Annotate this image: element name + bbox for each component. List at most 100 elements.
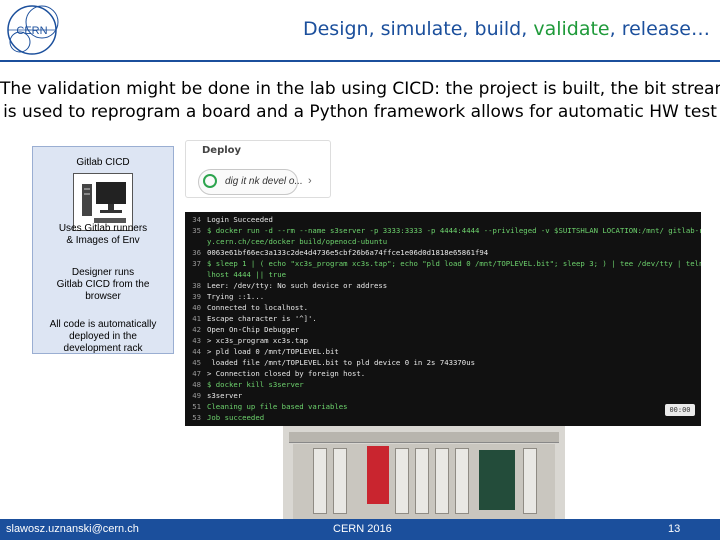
log-line-text: loaded file /mnt/TOPLEVEL.bit to pld dev… <box>207 358 475 367</box>
log-line: y.cern.ch/cee/docker build/openocd-ubunt… <box>187 237 387 247</box>
deploy-stage-label: Deploy <box>202 145 242 156</box>
rack-slot <box>333 448 347 514</box>
logo-text: CERN <box>16 25 47 37</box>
log-line-number: 36 <box>192 248 201 257</box>
footer-email: slawosz.uznanski@cern.ch <box>6 523 139 535</box>
log-line-text: Trying ::1... <box>207 292 265 301</box>
log-line: 42 Open On-Chip Debugger <box>187 325 299 335</box>
computer-icon <box>82 182 126 223</box>
log-line-text: Leer: /dev/tty: No such device or addres… <box>207 281 388 290</box>
log-line-text: Open On-Chip Debugger <box>207 325 300 334</box>
log-line: lhost 4444 || true <box>187 270 286 280</box>
log-line-number: 37 <box>192 259 201 268</box>
log-line: 41 Escape character is '^]'. <box>187 314 317 324</box>
log-line-number: 40 <box>192 303 201 312</box>
log-line-text: y.cern.ch/cee/docker build/openocd-ubunt… <box>207 237 388 246</box>
log-line-text: Connected to localhost. <box>207 303 309 312</box>
info-designer-line-1: Designer runs <box>71 267 135 278</box>
log-line: 36 0063e61bf66ec3a133c2de4d4736e5cbf26b6a… <box>187 248 488 258</box>
job-duration-badge: 00:00 <box>665 404 695 416</box>
info-heading: Gitlab CICD <box>76 157 130 168</box>
deploy-job-name: dig it nk devel o... <box>225 176 303 187</box>
rack-slot <box>313 448 327 514</box>
log-line: 53 Job succeeded <box>187 413 264 423</box>
slide-title: Design, simulate, build, validate, relea… <box>303 18 710 40</box>
log-line-text: 0063e61bf66ec3a133c2de4d4736e5cbf26b6a74… <box>207 248 489 257</box>
log-line-text: Escape character is '^]'. <box>207 314 317 323</box>
info-designer-line-3: browser <box>85 291 121 302</box>
success-check-icon <box>203 174 217 188</box>
log-line: 51 Cleaning up file based variables <box>187 402 348 412</box>
log-line-text: lhost 4444 || true <box>207 270 287 279</box>
log-line: 45 loaded file /mnt/TOPLEVEL.bit to pld … <box>187 358 475 368</box>
info-designer: Designer runs Gitlab CICD from the brows… <box>33 267 173 303</box>
log-line-text: Job succeeded <box>207 413 265 422</box>
footer-bar: slawosz.uznanski@cern.ch CERN 2016 13 <box>0 519 720 540</box>
log-line: 34 Login Succeeded <box>187 215 273 225</box>
log-line-number: 45 <box>192 358 201 367</box>
rack-slot <box>523 448 537 514</box>
info-runners-line-1: Uses Gitlab runners <box>58 223 148 234</box>
log-line-number: 49 <box>192 391 201 400</box>
log-line-number: 34 <box>192 215 201 224</box>
title-before: Design, simulate, build, <box>302 18 534 40</box>
rack-slot <box>435 448 449 514</box>
subtitle-line-2: is used to reprogram a board and a Pytho… <box>3 102 717 122</box>
hardware-rack-photo <box>283 426 565 534</box>
log-line-number: 43 <box>192 336 201 345</box>
log-line-number: 38 <box>192 281 201 290</box>
title-after: , release… <box>609 18 710 40</box>
log-line-number: 41 <box>192 314 201 323</box>
log-line-number: 48 <box>192 380 201 389</box>
log-line-number: 53 <box>192 413 201 422</box>
info-runners-line-2: & Images of Env <box>66 235 140 246</box>
rack-slot <box>455 448 469 514</box>
title-highlight: validate <box>533 18 610 40</box>
log-line: 38 Leer: /dev/tty: No such device or addr… <box>187 281 387 291</box>
info-runners: Uses Gitlab runners & Images of Env <box>33 223 173 247</box>
slide-subtitle: The validation might be done in the lab … <box>0 78 720 124</box>
info-deployed: All code is automatically deployed in th… <box>33 319 173 355</box>
log-line: 35 $ docker run -d --rm --name s3server -… <box>187 226 701 236</box>
subtitle-line-1: The validation might be done in the lab … <box>0 79 720 99</box>
log-line: 40 Connected to localhost. <box>187 303 308 313</box>
log-line-text: s3server <box>207 391 243 400</box>
info-deployed-line-3: development rack <box>63 343 143 354</box>
log-line-number: 39 <box>192 292 201 301</box>
footer-event: CERN 2016 <box>333 523 392 535</box>
log-line: 48 $ docker kill s3server <box>187 380 304 390</box>
log-line: 49 s3server <box>187 391 242 401</box>
log-line-text: > pld load 0 /mnt/TOPLEVEL.bit <box>207 347 339 356</box>
log-line: 47 > Connection closed by foreign host. <box>187 369 365 379</box>
cern-logo: CERN <box>7 5 59 55</box>
rack-top-rail <box>289 432 559 443</box>
deploy-job-pill[interactable]: dig it nk devel o... <box>198 169 303 195</box>
green-test-board <box>479 450 515 510</box>
job-log-terminal: 53 Job succeeded 51 Cleaning up file based … <box>185 212 701 426</box>
log-line-number: 47 <box>192 369 201 378</box>
log-line-number: 51 <box>192 402 201 411</box>
footer-page-number: 13 <box>668 523 681 535</box>
log-line-text: Cleaning up file based variables <box>207 402 348 411</box>
log-line: 37 $ sleep 1 | ( echo "xc3s_program xc3s.… <box>187 259 701 269</box>
log-line-text: $ sleep 1 | ( echo "xc3s_program xc3s.ta… <box>207 259 701 268</box>
rack-slot <box>395 448 409 514</box>
log-line-text: $ docker run -d --rm --name s3server -p … <box>207 226 701 235</box>
log-line: 43 > xc3s_program xc3s.tap <box>187 336 308 346</box>
log-line-text: > Connection closed by foreign host. <box>207 369 366 378</box>
log-line-text: $ docker kill s3server <box>207 380 304 389</box>
gitlab-cicd-info-box: Gitlab CICD Uses Gitlab runners & Images… <box>32 146 174 354</box>
info-deployed-line-2: deployed in the <box>69 331 137 342</box>
log-line: 44 > pld load 0 /mnt/TOPLEVEL.bit <box>187 347 339 357</box>
log-line: 39 Trying ::1... <box>187 292 264 302</box>
deploy-stage-card: Deploy dig it nk devel o... › <box>185 140 331 198</box>
log-line-text: Login Succeeded <box>207 215 273 224</box>
info-deployed-line-1: All code is automatically <box>49 319 157 330</box>
chevron-right-icon[interactable]: › <box>308 175 312 187</box>
info-designer-line-2: Gitlab CICD from the <box>56 279 150 290</box>
log-line-number: 35 <box>192 226 201 235</box>
red-fpga-card <box>367 446 389 504</box>
log-line-number: 42 <box>192 325 201 334</box>
header-divider <box>0 60 720 62</box>
log-line-text: > xc3s_program xc3s.tap <box>207 336 309 345</box>
